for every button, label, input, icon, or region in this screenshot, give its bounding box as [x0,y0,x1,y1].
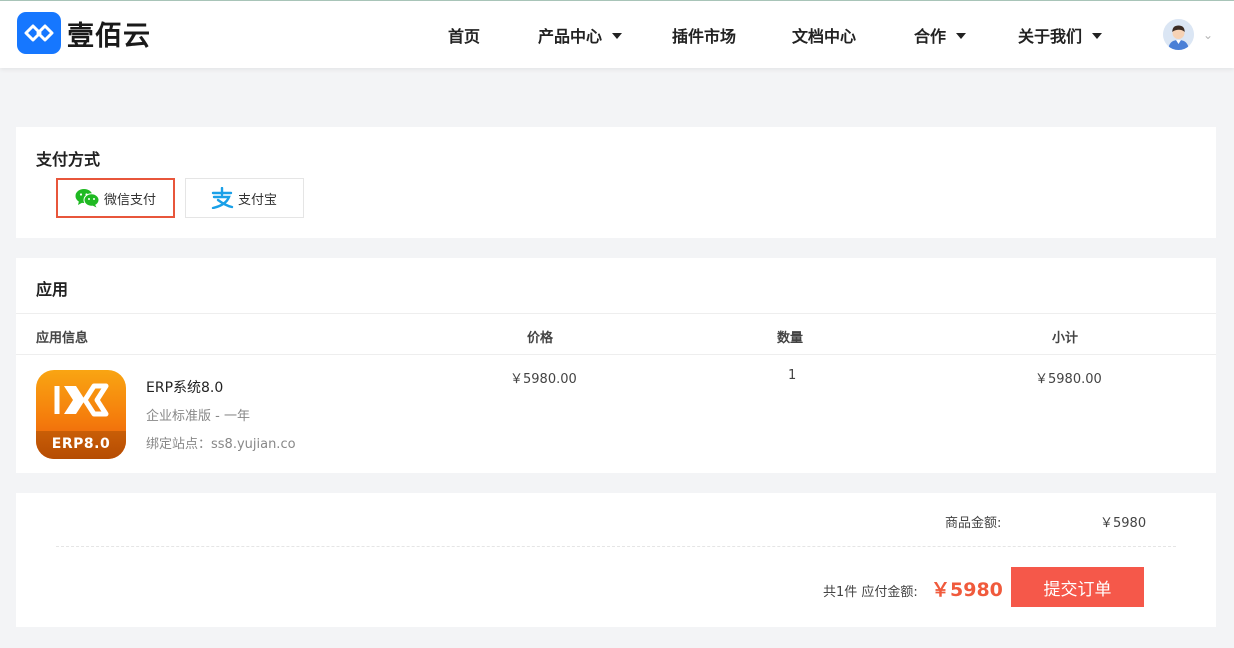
nav-plugin-market[interactable]: 插件市场 [672,23,736,47]
app-bound-site: 绑定站点：ss8.yujian.co [146,437,296,452]
table-row: ERP8.0 ERP系统8.0 企业标准版 - 一年 绑定站点：ss8.yuji… [16,355,1216,473]
erp-app-icon-tag: ERP8.0 [36,431,126,459]
payable-amount-label: 共1件 应付金额: [823,585,918,600]
nav-cooperation[interactable]: 合作 [914,23,967,47]
nav-home[interactable]: 首页 [448,23,480,47]
logo-icon [17,12,61,54]
brand-name: 壹佰云 [67,20,151,52]
app-order-card: 应用 应用信息 价格 数量 小计 ERP8.0 ERP系统8.0 企业标准版 -… [16,258,1216,473]
nav-about[interactable]: 关于我们 [1018,23,1103,47]
app-quantity: 1 [788,368,797,383]
nav-products[interactable]: 产品中心 [538,23,623,47]
col-quantity: 数量 [777,331,804,346]
submit-order-button[interactable]: 提交订单 [1011,567,1144,607]
app-price: ￥5980.00 [510,372,577,387]
goods-amount-label: 商品金额: [945,516,1002,531]
app-edition: 企业标准版 - 一年 [146,409,250,424]
col-app-info: 应用信息 [36,331,89,346]
chevron-down-icon[interactable]: ⌄ [1203,28,1213,42]
erp-app-icon: ERP8.0 [36,370,126,459]
nav-plugin-market-label: 插件市场 [672,27,737,46]
top-navbar: 壹佰云 首页 产品中心 插件市场 文档中心 合作 关于我们 ⌄ [0,0,1234,68]
pay-option-wechat-label: 微信支付 [104,192,157,208]
brand-logo[interactable]: 壹佰云 [17,12,151,54]
nav-about-label: 关于我们 [1018,27,1083,46]
caret-down-icon [612,33,623,39]
divider [56,546,1176,547]
caret-down-icon [1092,33,1103,39]
payable-amount-value: ￥5980 [931,579,1003,601]
pay-option-alipay[interactable]: 支付宝 [185,178,304,218]
caret-down-icon [956,33,967,39]
alipay-icon [210,187,234,209]
col-price: 价格 [527,331,554,346]
table-header: 应用信息 价格 数量 小计 [16,313,1216,355]
nav-docs[interactable]: 文档中心 [792,23,856,47]
nav-docs-label: 文档中心 [792,27,857,46]
nav-products-label: 产品中心 [538,27,603,46]
user-avatar[interactable] [1163,19,1194,50]
wechat-icon [75,188,100,208]
goods-amount-value: ￥5980 [1100,516,1147,531]
app-name: ERP系统8.0 [146,380,224,396]
app-subtotal: ￥5980.00 [1035,372,1102,387]
pay-option-alipay-label: 支付宝 [238,192,278,208]
nav-home-label: 首页 [448,27,481,46]
order-summary-card: 商品金额: ￥5980 共1件 应付金额: ￥5980 提交订单 [16,493,1216,627]
col-subtotal: 小计 [1052,331,1079,346]
pay-option-wechat[interactable]: 微信支付 [56,178,175,218]
nav-cooperation-label: 合作 [914,27,947,46]
payment-method-card: 支付方式 微信支付 支付宝 [16,127,1216,238]
payment-method-title: 支付方式 [36,150,101,169]
app-section-title: 应用 [36,280,69,299]
